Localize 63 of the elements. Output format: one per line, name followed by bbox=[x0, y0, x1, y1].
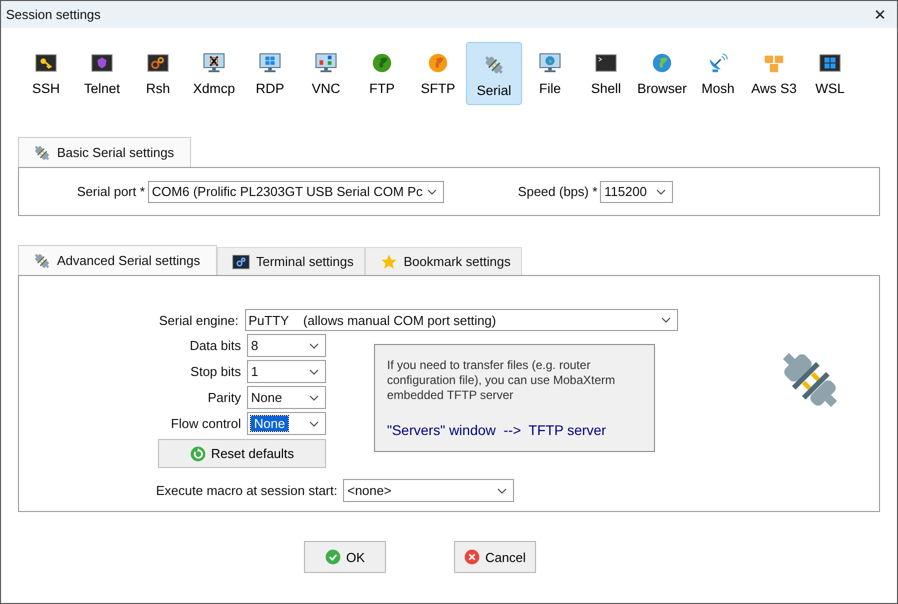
session-type-button[interactable]: Mosh bbox=[690, 42, 746, 105]
macro-dropdown[interactable]: <none> bbox=[343, 479, 514, 502]
dropdown[interactable]: None bbox=[247, 386, 326, 409]
checkmark-icon bbox=[325, 549, 342, 565]
cancel-button[interactable]: Cancel bbox=[454, 541, 536, 573]
globe-icon bbox=[427, 52, 449, 74]
plug-icon bbox=[483, 54, 505, 76]
globe-icon bbox=[371, 52, 393, 74]
session-type-button[interactable]: Browser bbox=[634, 42, 690, 105]
terminal-icon bbox=[232, 252, 250, 270]
dropdown[interactable]: 1 bbox=[247, 360, 326, 383]
tab[interactable]: Advanced Serial settings bbox=[18, 245, 218, 275]
session-type-button[interactable]: SFTP bbox=[410, 42, 466, 105]
field-label: Parity bbox=[208, 390, 241, 405]
reset-defaults-button[interactable]: Reset defaults bbox=[158, 439, 326, 468]
session-type-button[interactable]: SSH bbox=[18, 42, 74, 105]
cancel-icon bbox=[464, 549, 480, 565]
dropdown[interactable]: None bbox=[247, 412, 326, 435]
field-label: Speed (bps) * bbox=[518, 184, 598, 199]
monitor-icon bbox=[203, 52, 225, 74]
globe-icon bbox=[651, 52, 673, 74]
terminal-icon bbox=[595, 52, 617, 74]
field-label: Data bits bbox=[190, 338, 241, 353]
tab[interactable]: Basic Serial settings bbox=[18, 137, 192, 167]
tab[interactable]: Bookmark settings bbox=[364, 247, 522, 275]
session-type-button[interactable]: Serial bbox=[466, 42, 522, 105]
session-type-button[interactable]: Xdmcp bbox=[186, 42, 242, 105]
gears-icon bbox=[147, 52, 169, 74]
tab[interactable]: Terminal settings bbox=[217, 247, 365, 275]
session-type-button[interactable]: Shell bbox=[578, 42, 634, 105]
plug-icon bbox=[33, 252, 51, 270]
info-hint: "Servers" window --> TFTP server bbox=[387, 423, 608, 438]
ok-button[interactable]: OK bbox=[304, 541, 386, 573]
monitor-icon bbox=[259, 52, 281, 74]
monitor-icon bbox=[315, 52, 337, 74]
field-label: Serial engine: bbox=[159, 312, 238, 328]
satellite-dish-icon bbox=[707, 52, 729, 74]
session-type-button[interactable]: File bbox=[522, 42, 578, 105]
plug-icon bbox=[33, 144, 51, 162]
session-type-button[interactable]: WSL bbox=[802, 42, 858, 105]
window-title: Session settings bbox=[6, 7, 101, 22]
info-text: If you need to transfer files (e.g. router configuration file), you can use MobaXterm embedded TFTP server bbox=[387, 358, 616, 403]
session-type-button[interactable]: FTP bbox=[354, 42, 410, 105]
field-label: Stop bits bbox=[190, 364, 241, 379]
monitor-icon bbox=[539, 52, 561, 74]
serial-port-dropdown[interactable]: COM6 (Prolific PL2303GT USB Serial COM Pc bbox=[148, 180, 444, 202]
field-label: Serial port * bbox=[77, 184, 145, 199]
refresh-icon bbox=[190, 446, 206, 462]
session-type-button[interactable]: Aws S3 bbox=[746, 42, 802, 105]
session-type-button[interactable]: RDP bbox=[242, 42, 298, 105]
windows-icon bbox=[819, 52, 841, 74]
speed-dropdown[interactable]: 115200 bbox=[600, 180, 674, 202]
gem-icon bbox=[91, 52, 113, 74]
field-label: Execute macro at session start: bbox=[156, 483, 338, 498]
serial-engine-dropdown[interactable]: PuTTY (allows manual COM port setting) bbox=[244, 309, 678, 331]
session-type-button[interactable]: VNC bbox=[298, 42, 354, 105]
field-label: Flow control bbox=[170, 416, 241, 431]
session-type-button[interactable]: Rsh bbox=[130, 42, 186, 105]
key-icon bbox=[35, 52, 57, 74]
close-button[interactable]: ✕ bbox=[863, 1, 897, 28]
session-type-button[interactable]: Telnet bbox=[74, 42, 130, 105]
dropdown[interactable]: 8 bbox=[247, 334, 326, 357]
star-icon bbox=[380, 252, 398, 270]
